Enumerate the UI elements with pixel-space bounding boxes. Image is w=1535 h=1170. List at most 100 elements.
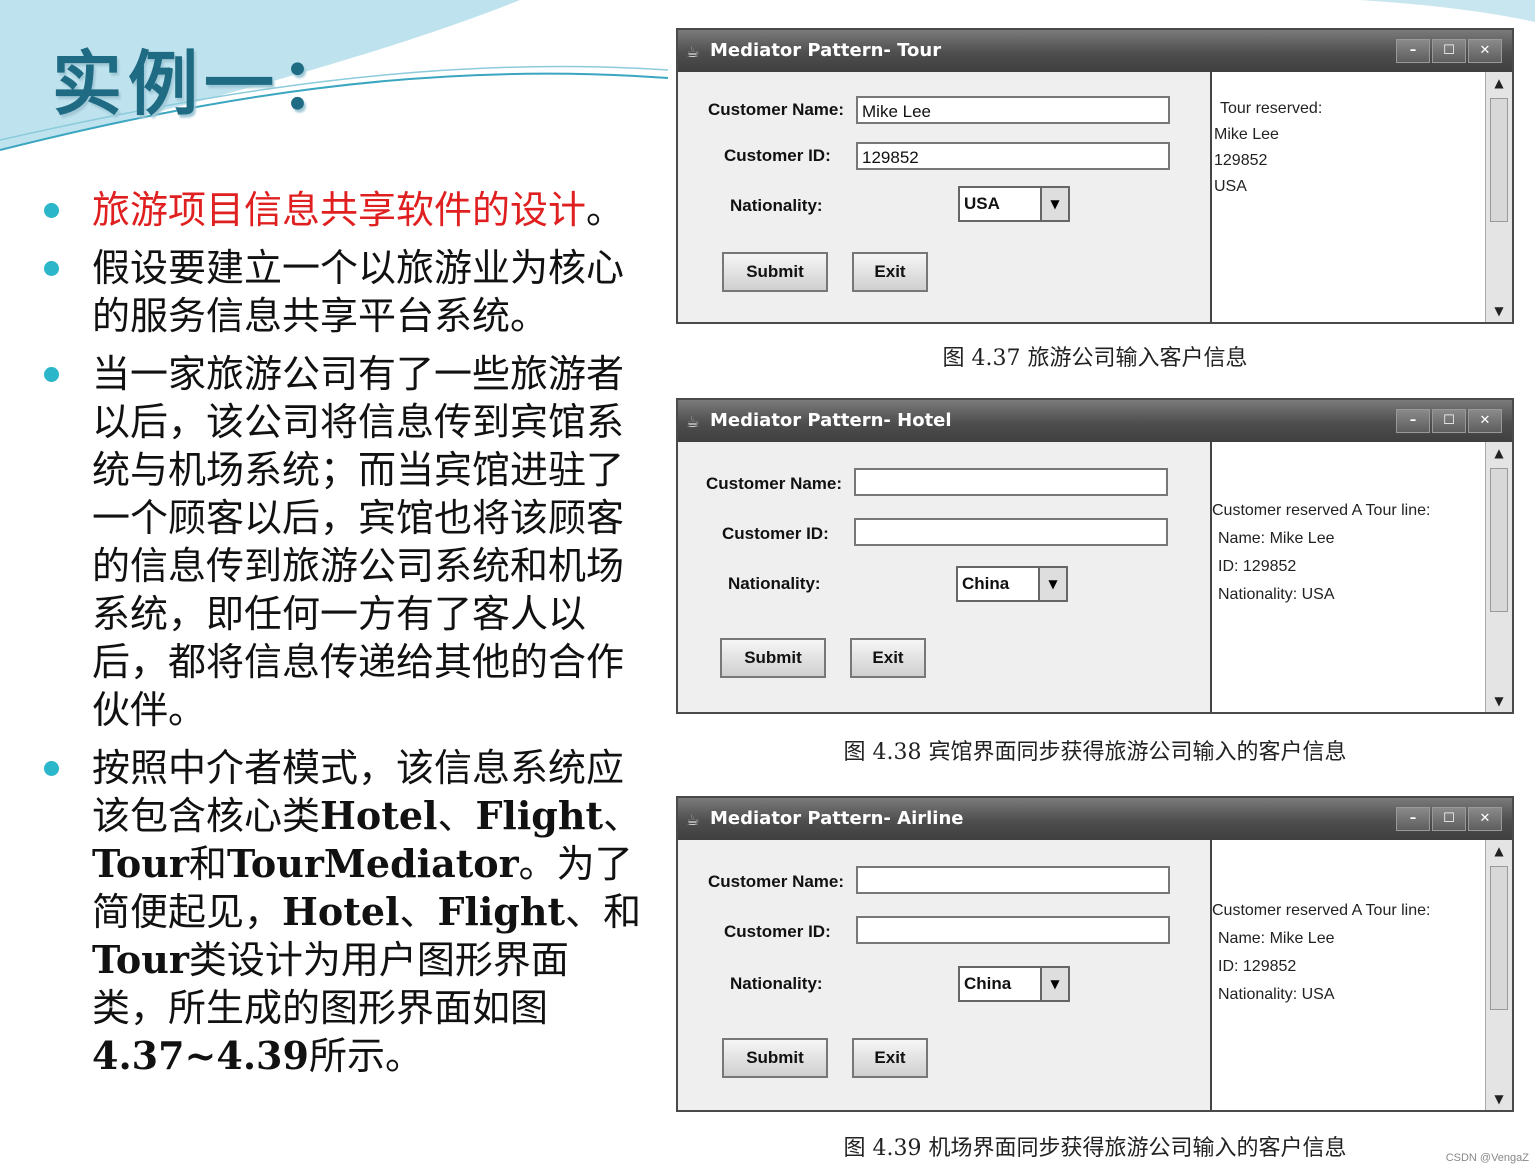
minimize-button[interactable]: – — [1396, 409, 1430, 433]
minimize-button[interactable]: – — [1396, 807, 1430, 831]
output-line: 129852 — [1214, 152, 1268, 169]
figure-tour: ☕ Mediator Pattern- Tour – ☐ ✕ Customer … — [668, 22, 1522, 387]
submit-button[interactable]: Submit — [720, 638, 826, 678]
vertical-scrollbar[interactable]: ▲ ▼ — [1485, 72, 1512, 322]
vertical-scrollbar[interactable]: ▲ ▼ — [1485, 840, 1512, 1110]
figure-caption: 图 4.39 机场界面同步获得旅游公司输入的客户信息 — [843, 1136, 1347, 1161]
window-title: Mediator Pattern- Airline — [710, 808, 964, 829]
submit-button[interactable]: Submit — [722, 1038, 828, 1078]
scroll-down-icon[interactable]: ▼ — [1486, 304, 1512, 318]
chevron-down-icon[interactable]: ▼ — [1040, 968, 1068, 1000]
figure-range: 4.37~4.39 — [92, 1033, 309, 1078]
window-title: Mediator Pattern- Hotel — [710, 410, 952, 431]
customer-id-input[interactable]: 129852 — [856, 142, 1170, 170]
scroll-down-icon[interactable]: ▼ — [1486, 694, 1512, 708]
output-line: Mike Lee — [1214, 126, 1279, 143]
exit-button[interactable]: Exit — [850, 638, 926, 678]
watermark: CSDN @VengaZ — [1445, 1152, 1529, 1164]
bullet-item: 当一家旅游公司有了一些旅游者以后，该公司将信息传到宾馆系统与机场系统；而当宾馆进… — [44, 350, 644, 734]
close-button[interactable]: ✕ — [1468, 807, 1502, 831]
figure-hotel: ☕ Mediator Pattern- Hotel – ☐ ✕ Customer… — [668, 392, 1522, 772]
output-line: Nationality: USA — [1218, 586, 1335, 603]
window-titlebar: ☕ Mediator Pattern- Airline – ☐ ✕ — [678, 798, 1512, 840]
maximize-button[interactable]: ☐ — [1432, 807, 1466, 831]
scrollbar-thumb[interactable] — [1490, 98, 1508, 222]
customer-name-input[interactable] — [854, 468, 1168, 496]
customer-name-input[interactable] — [856, 866, 1170, 894]
output-line: Customer reserved A Tour line: — [1212, 902, 1431, 919]
input-panel: Customer Name: Mike Lee Customer ID: 129… — [678, 72, 1212, 322]
output-panel: Customer reserved A Tour line: Name: Mik… — [1212, 840, 1486, 1110]
figure-caption: 图 4.37 旅游公司输入客户信息 — [942, 346, 1248, 371]
exit-button[interactable]: Exit — [852, 1038, 928, 1078]
customer-id-input[interactable] — [856, 916, 1170, 944]
java-app-icon: ☕ — [686, 413, 700, 431]
close-button[interactable]: ✕ — [1468, 409, 1502, 433]
scroll-up-icon[interactable]: ▲ — [1486, 76, 1512, 90]
chevron-down-icon[interactable]: ▼ — [1038, 568, 1066, 600]
bullet-item: 假设要建立一个以旅游业为核心的服务信息共享平台系统。 — [44, 244, 644, 340]
output-panel: Tour reserved: Mike Lee 129852 USA — [1212, 72, 1486, 322]
nationality-select[interactable]: China ▼ — [958, 966, 1070, 1002]
customer-name-label: Customer Name: — [708, 872, 845, 891]
input-panel: Customer Name: Customer ID: Nationality:… — [678, 840, 1212, 1110]
scroll-down-icon[interactable]: ▼ — [1486, 1092, 1512, 1106]
nationality-selected-value: USA — [964, 194, 1000, 213]
customer-name-label: Customer Name: — [706, 474, 843, 493]
customer-id-label: Customer ID: — [722, 524, 829, 543]
output-line: Name: Mike Lee — [1218, 530, 1335, 547]
slide-title: 实例一： — [52, 42, 356, 125]
java-app-icon: ☕ — [686, 811, 700, 829]
output-line: Customer reserved A Tour line: — [1212, 502, 1431, 519]
class-name-flight: Flight — [437, 889, 566, 934]
exit-button[interactable]: Exit — [852, 252, 928, 292]
bullet-dot-icon — [44, 261, 59, 276]
nationality-select[interactable]: USA ▼ — [958, 186, 1070, 222]
nationality-selected-value: China — [962, 574, 1010, 593]
window-titlebar: ☕ Mediator Pattern- Tour – ☐ ✕ — [678, 30, 1512, 72]
class-name-tour: Tour — [92, 937, 189, 982]
scrollbar-thumb[interactable] — [1490, 866, 1508, 1010]
figure-caption: 图 4.38 宾馆界面同步获得旅游公司输入的客户信息 — [843, 740, 1347, 765]
nationality-label: Nationality: — [728, 574, 821, 593]
output-panel: Customer reserved A Tour line: Name: Mik… — [1212, 442, 1486, 712]
output-line: Name: Mike Lee — [1218, 930, 1335, 947]
maximize-button[interactable]: ☐ — [1432, 39, 1466, 63]
bullet-text: 假设要建立一个以旅游业为核心的服务信息共享平台系统。 — [92, 246, 625, 338]
class-name-flight: Flight — [475, 793, 604, 838]
scroll-up-icon[interactable]: ▲ — [1486, 844, 1512, 858]
output-line: ID: 129852 — [1218, 558, 1297, 575]
window-title: Mediator Pattern- Tour — [710, 40, 942, 61]
customer-id-label: Customer ID: — [724, 922, 831, 941]
output-line: Tour reserved: — [1220, 100, 1323, 117]
hotel-window: ☕ Mediator Pattern- Hotel – ☐ ✕ Customer… — [676, 398, 1514, 714]
chevron-down-icon[interactable]: ▼ — [1040, 188, 1068, 220]
java-app-icon: ☕ — [686, 43, 700, 61]
customer-id-input[interactable] — [854, 518, 1168, 546]
nationality-selected-value: China — [964, 974, 1012, 993]
bullet-dot-icon — [44, 367, 59, 382]
class-name-hotel: Hotel — [320, 793, 438, 838]
bullet-text: 当一家旅游公司有了一些旅游者以后，该公司将信息传到宾馆系统与机场系统；而当宾馆进… — [92, 352, 625, 732]
bullet-item: 旅游项目信息共享软件的设计。 — [44, 186, 644, 234]
scrollbar-thumb[interactable] — [1490, 468, 1508, 612]
minimize-button[interactable]: – — [1396, 39, 1430, 63]
customer-name-label: Customer Name: — [708, 100, 845, 119]
nationality-label: Nationality: — [730, 196, 823, 215]
customer-name-input[interactable]: Mike Lee — [856, 96, 1170, 124]
output-line: ID: 129852 — [1218, 958, 1297, 975]
nationality-select[interactable]: China ▼ — [956, 566, 1068, 602]
output-line: USA — [1214, 178, 1247, 195]
scroll-up-icon[interactable]: ▲ — [1486, 446, 1512, 460]
bullet-dot-icon — [44, 203, 59, 218]
output-line: Nationality: USA — [1218, 986, 1335, 1003]
class-name-tour: Tour — [92, 841, 189, 886]
bullet-highlight-text: 旅游项目信息共享软件的设计 — [92, 188, 587, 232]
vertical-scrollbar[interactable]: ▲ ▼ — [1485, 442, 1512, 712]
class-name-hotel: Hotel — [282, 889, 400, 934]
maximize-button[interactable]: ☐ — [1432, 409, 1466, 433]
customer-id-label: Customer ID: — [724, 146, 831, 165]
submit-button[interactable]: Submit — [722, 252, 828, 292]
close-button[interactable]: ✕ — [1468, 39, 1502, 63]
window-titlebar: ☕ Mediator Pattern- Hotel – ☐ ✕ — [678, 400, 1512, 442]
